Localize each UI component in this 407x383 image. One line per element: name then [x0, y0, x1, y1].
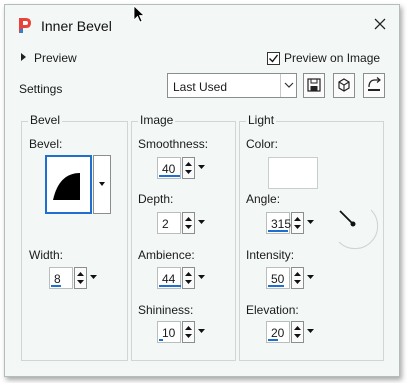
caret-down-icon[interactable]	[306, 217, 315, 227]
intensity-updown[interactable]	[291, 267, 304, 289]
smoothness-updown[interactable]	[182, 157, 195, 179]
angle-value: 315	[271, 217, 292, 231]
cube-icon	[338, 78, 350, 92]
intensity-spinner[interactable]: 50	[266, 267, 320, 289]
depth-input[interactable]: 2	[157, 212, 181, 234]
shininess-updown[interactable]	[182, 321, 195, 343]
caret-down-icon[interactable]	[197, 326, 206, 336]
caret-down-icon[interactable]	[197, 162, 206, 172]
angle-input[interactable]: 315	[266, 212, 292, 234]
angle-spinner[interactable]: 315	[266, 212, 320, 234]
save-preset-button[interactable]	[303, 73, 325, 98]
shininess-input[interactable]: 10	[157, 321, 181, 343]
light-group-title: Light	[246, 113, 277, 127]
angle-dial[interactable]	[331, 202, 381, 252]
updown-arrows-icon	[185, 326, 192, 338]
elevation-spinner[interactable]: 20	[266, 321, 320, 343]
color-label: Color:	[246, 137, 279, 151]
smoothness-value: 40	[162, 162, 176, 176]
preview-label: Preview	[34, 51, 77, 65]
bevel-shape-preview[interactable]	[45, 155, 92, 214]
preview-on-image-checkbox[interactable]: Preview on Image	[267, 51, 380, 65]
title-bar: Inner Bevel	[5, 5, 399, 43]
intensity-value: 50	[271, 272, 285, 286]
caret-down-icon[interactable]	[89, 272, 98, 282]
depth-value: 2	[162, 217, 169, 231]
width-updown[interactable]	[74, 267, 87, 289]
depth-spinner[interactable]: 2	[157, 212, 211, 234]
bevel-group-title: Bevel	[28, 113, 63, 127]
caret-down-icon[interactable]	[197, 272, 206, 282]
value-indicator	[159, 285, 181, 287]
settings-label: Settings	[19, 82, 63, 96]
quarter-round-bevel-icon	[53, 173, 80, 200]
ambience-label: Ambience:	[138, 248, 195, 262]
value-indicator	[268, 285, 284, 287]
width-spinner[interactable]: 8	[49, 267, 101, 289]
updown-arrows-icon	[185, 217, 192, 229]
shininess-value: 10	[162, 326, 176, 340]
smoothness-input[interactable]: 40	[157, 157, 181, 179]
intensity-label: Intensity:	[246, 248, 295, 262]
width-input[interactable]: 8	[49, 267, 73, 289]
width-value: 8	[54, 272, 61, 286]
load-preset-button[interactable]	[333, 73, 355, 98]
caret-down-icon[interactable]	[306, 326, 315, 336]
value-indicator	[159, 339, 163, 341]
window-title: Inner Bevel	[41, 18, 112, 34]
caret-down-icon[interactable]	[197, 217, 206, 227]
updown-arrows-icon	[294, 217, 301, 229]
preview-toggle[interactable]: Preview	[21, 51, 77, 65]
value-indicator	[268, 230, 288, 232]
updown-arrows-icon	[77, 272, 84, 284]
updown-arrows-icon	[185, 272, 192, 284]
preset-value: Last Used	[173, 80, 228, 94]
angle-updown[interactable]	[291, 212, 304, 234]
ambience-updown[interactable]	[182, 267, 195, 289]
updown-arrows-icon	[294, 272, 301, 284]
ambience-value: 44	[162, 272, 176, 286]
inner-bevel-dialog: Inner Bevel Preview Preview on Image Set…	[4, 4, 400, 377]
value-indicator	[268, 339, 278, 341]
smoothness-spinner[interactable]: 40	[157, 157, 211, 179]
value-indicator	[159, 175, 180, 177]
light-color-swatch[interactable]	[268, 157, 318, 189]
preset-dropdown[interactable]: Last Used	[167, 73, 297, 98]
checkmark-icon	[269, 54, 279, 63]
image-group-title: Image	[138, 113, 176, 127]
caret-down-icon[interactable]	[306, 272, 315, 282]
expand-triangle-icon	[21, 53, 26, 61]
smoothness-label: Smoothness:	[138, 137, 209, 151]
reset-icon	[368, 77, 381, 91]
bevel-shape-dropdown[interactable]	[93, 155, 111, 214]
mouse-pointer-icon	[133, 5, 146, 23]
shininess-spinner[interactable]: 10	[157, 321, 211, 343]
depth-label: Depth:	[138, 192, 174, 206]
paint-shop-icon	[19, 18, 31, 33]
intensity-input[interactable]: 50	[266, 267, 290, 289]
caret-down-icon	[99, 182, 105, 186]
updown-arrows-icon	[294, 326, 301, 338]
bevel-label: Bevel:	[29, 137, 63, 151]
elevation-value: 20	[271, 326, 285, 340]
ambience-input[interactable]: 44	[157, 267, 181, 289]
elevation-updown[interactable]	[291, 321, 304, 343]
width-label: Width:	[29, 248, 64, 262]
elevation-input[interactable]: 20	[266, 321, 290, 343]
elevation-label: Elevation:	[246, 303, 299, 317]
preview-on-image-label: Preview on Image	[284, 51, 381, 65]
ambience-spinner[interactable]: 44	[157, 267, 211, 289]
shininess-label: Shininess:	[138, 303, 194, 317]
save-icon	[307, 78, 321, 92]
reset-button[interactable]	[363, 73, 385, 98]
updown-arrows-icon	[185, 162, 192, 174]
checkbox[interactable]	[267, 51, 280, 65]
close-icon[interactable]	[371, 15, 389, 33]
value-indicator	[51, 285, 61, 287]
depth-updown[interactable]	[182, 212, 195, 234]
angle-label: Angle:	[246, 192, 281, 206]
chevron-down-icon[interactable]	[280, 74, 296, 97]
